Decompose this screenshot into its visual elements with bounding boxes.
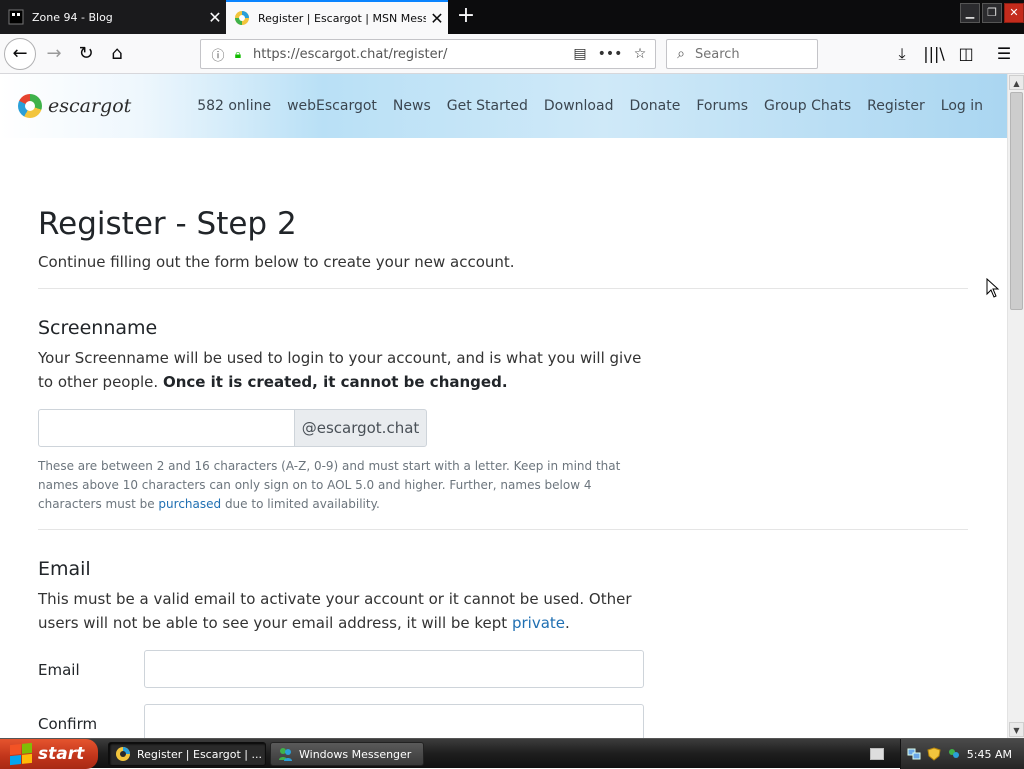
email-heading: Email xyxy=(38,558,91,580)
private-link[interactable]: private xyxy=(512,614,565,632)
email-desc-end: . xyxy=(565,614,570,632)
task-label: Register | Escargot | ... xyxy=(137,747,263,761)
menu-hamburger-icon[interactable]: ☰ xyxy=(990,40,1018,68)
nav-forums[interactable]: Forums xyxy=(696,98,748,114)
page-actions-icon[interactable]: ••• xyxy=(595,46,625,62)
email-field[interactable] xyxy=(144,650,644,688)
scroll-down-icon[interactable]: ▼ xyxy=(1009,722,1024,737)
taskbar: start Register | Escargot | ... Windows … xyxy=(0,738,1024,769)
escargot-logo-icon xyxy=(18,94,42,118)
nav-log-in[interactable]: Log in xyxy=(941,98,983,114)
nav-download[interactable]: Download xyxy=(544,98,614,114)
page-title: Register - Step 2 xyxy=(38,206,297,242)
purchased-link[interactable]: purchased xyxy=(158,497,221,511)
scroll-up-icon[interactable]: ▲ xyxy=(1009,75,1024,90)
close-window-icon[interactable]: ✕ xyxy=(1004,3,1024,23)
restore-window-icon[interactable]: ❐ xyxy=(982,3,1002,23)
page-lead: Continue filling out the form below to c… xyxy=(38,253,515,271)
divider xyxy=(38,288,968,289)
site-info-icon[interactable]: ⓘ xyxy=(207,45,229,64)
forward-button[interactable]: → xyxy=(40,40,68,68)
screenname-help-text: These are between 2 and 16 characters (A… xyxy=(38,457,650,514)
taskbar-item-firefox[interactable]: Register | Escargot | ... xyxy=(108,742,266,766)
browser-toolbar: ← → ↻ ⌂ ⓘ 🔒︎ https://escargot.chat/regis… xyxy=(0,34,1024,74)
search-placeholder: Search xyxy=(695,46,740,62)
screenname-description: Your Screenname will be used to login to… xyxy=(38,346,648,394)
reader-view-icon[interactable]: ▤ xyxy=(565,46,595,62)
security-shield-icon[interactable] xyxy=(927,747,941,761)
search-input[interactable]: ⌕ Search xyxy=(666,39,818,69)
network-icon[interactable] xyxy=(907,747,921,761)
url-text[interactable]: https://escargot.chat/register/ xyxy=(253,47,565,62)
browser-tab-strip: Zone 94 - Blog ✕ Register | Escargot | M… xyxy=(0,0,1024,34)
scroll-thumb[interactable] xyxy=(1010,92,1023,310)
divider xyxy=(38,529,968,530)
logo-text: escargot xyxy=(48,95,132,117)
nav-webescargot[interactable]: webEscargot xyxy=(287,98,377,114)
nav-register[interactable]: Register xyxy=(867,98,925,114)
new-tab-button[interactable]: + xyxy=(452,2,480,32)
nav-online-count: 582 online xyxy=(197,98,272,114)
tab-title: Register | Escargot | MSN Messen xyxy=(258,11,426,25)
site-logo[interactable]: escargot xyxy=(18,94,131,118)
messenger-tray-icon[interactable] xyxy=(947,747,961,761)
reload-button[interactable]: ↻ xyxy=(72,40,100,68)
confirm-email-field[interactable] xyxy=(144,704,644,738)
back-button[interactable]: ← xyxy=(4,38,36,70)
url-bar[interactable]: ⓘ 🔒︎ https://escargot.chat/register/ ▤ •… xyxy=(200,39,656,69)
close-tab-icon[interactable]: ✕ xyxy=(426,9,448,28)
tab-register-escargot[interactable]: Register | Escargot | MSN Messen ✕ xyxy=(226,0,448,34)
nav-group-chats[interactable]: Group Chats xyxy=(764,98,851,114)
clock: 5:45 AM xyxy=(966,747,1012,761)
start-button[interactable]: start xyxy=(0,739,98,769)
taskbar-item-messenger[interactable]: Windows Messenger xyxy=(270,742,424,766)
close-tab-icon[interactable]: ✕ xyxy=(204,8,226,27)
search-icon: ⌕ xyxy=(677,46,685,62)
library-icon[interactable]: |||\ xyxy=(920,40,948,68)
escargot-favicon-icon xyxy=(235,11,249,25)
screenname-help-2: due to limited availability. xyxy=(221,497,380,511)
bookmark-star-icon[interactable]: ☆ xyxy=(625,46,655,62)
sidebar-toggle-icon[interactable]: ◫ xyxy=(952,40,980,68)
page-viewport: escargot 582 online webEscargot News Get… xyxy=(0,74,1007,738)
page-scrollbar[interactable]: ▲ ▼ xyxy=(1007,74,1024,738)
escargot-favicon-icon xyxy=(116,747,130,761)
screenname-heading: Screenname xyxy=(38,317,158,339)
screenname-desc-bold: Once it is created, it cannot be changed… xyxy=(162,373,508,391)
mouse-cursor-icon xyxy=(986,278,1000,298)
downloads-icon[interactable]: ⤓ xyxy=(888,40,916,68)
tab-title: Zone 94 - Blog xyxy=(32,10,113,24)
email-description: This must be a valid email to activate y… xyxy=(38,587,648,635)
zone94-favicon-icon xyxy=(8,9,24,25)
window-controls: ▁ ❐ ✕ xyxy=(960,3,1024,23)
minimize-window-icon[interactable]: ▁ xyxy=(960,3,980,23)
site-nav: 582 online webEscargot News Get Started … xyxy=(197,98,983,114)
system-tray: 5:45 AM xyxy=(900,739,1024,769)
tab-zone94-blog[interactable]: Zone 94 - Blog ✕ xyxy=(0,0,226,34)
secure-lock-icon: 🔒︎ xyxy=(234,46,242,61)
screenname-domain-addon: @escargot.chat xyxy=(294,409,427,447)
nav-get-started[interactable]: Get Started xyxy=(447,98,528,114)
home-button[interactable]: ⌂ xyxy=(103,40,131,68)
nav-donate[interactable]: Donate xyxy=(629,98,680,114)
confirm-email-label: Confirm xyxy=(38,715,98,733)
windows-flag-icon xyxy=(10,742,32,766)
screenname-input[interactable] xyxy=(38,409,295,447)
site-header: escargot 582 online webEscargot News Get… xyxy=(0,74,1007,138)
start-label: start xyxy=(38,744,85,764)
task-label: Windows Messenger xyxy=(299,747,412,761)
nav-news[interactable]: News xyxy=(393,98,431,114)
keyboard-icon[interactable] xyxy=(870,748,884,760)
email-label: Email xyxy=(38,661,80,679)
messenger-icon xyxy=(279,748,292,761)
